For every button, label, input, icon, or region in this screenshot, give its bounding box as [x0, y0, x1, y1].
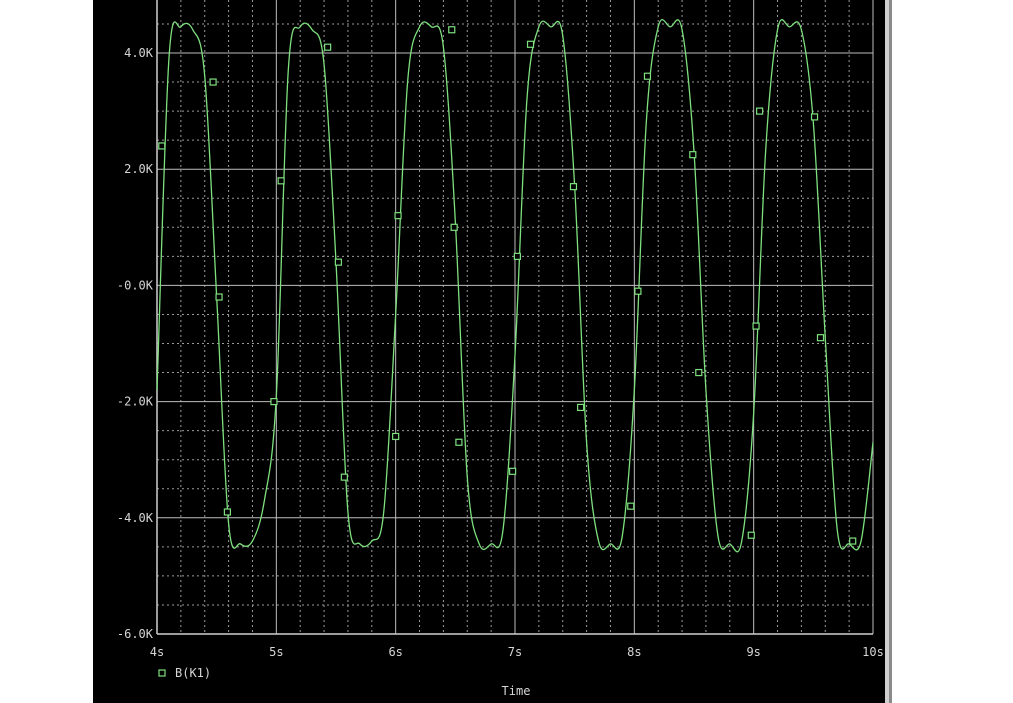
- y-tick-label: -6.0K: [117, 627, 154, 641]
- legend-marker: [158, 669, 166, 677]
- data-marker: [270, 398, 278, 406]
- data-marker: [747, 531, 755, 539]
- x-tick-label: 6s: [388, 645, 402, 659]
- data-marker: [455, 438, 463, 446]
- data-marker: [448, 26, 456, 34]
- data-marker: [689, 151, 697, 159]
- data-marker: [450, 223, 458, 231]
- x-tick-label: 10s: [862, 645, 884, 659]
- data-marker: [158, 142, 166, 150]
- data-marker: [526, 40, 535, 48]
- data-marker: [215, 293, 223, 301]
- y-tick-label: 2.0K: [124, 162, 154, 176]
- data-marker: [849, 537, 857, 545]
- data-marker: [340, 473, 348, 481]
- data-marker: [816, 334, 825, 342]
- x-tick-label: 5s: [269, 645, 283, 659]
- data-marker: [223, 508, 232, 516]
- data-marker: [756, 107, 764, 115]
- data-marker: [324, 43, 332, 51]
- data-marker: [392, 432, 400, 441]
- data-marker: [634, 287, 642, 295]
- data-marker: [277, 177, 285, 185]
- waveform-chart: 4.0K 2.0K -0.0K -2.0K -4.0K -6.0K 4s 5s 6s 7s 8s 9s…: [117, 0, 884, 698]
- tick-labels: 4.0K 2.0K -0.0K -2.0K -4.0K -6.0K 4s 5s 6s 7s 8s 9s…: [117, 46, 884, 659]
- x-tick-label: 7s: [508, 645, 522, 659]
- data-marker: [577, 403, 585, 412]
- data-marker: [509, 467, 517, 475]
- y-tick-label: -2.0K: [117, 395, 154, 409]
- data-marker: [627, 502, 635, 510]
- legend-label: B(K1): [175, 666, 211, 680]
- data-marker: [513, 252, 521, 260]
- data-marker: [334, 258, 342, 266]
- x-tick-label: 8s: [627, 645, 641, 659]
- data-marker: [695, 368, 703, 377]
- x-axis-label: Time: [502, 684, 531, 698]
- data-marker: [394, 212, 402, 220]
- data-marker: [569, 183, 578, 191]
- data-marker: [752, 322, 760, 330]
- y-tick-label: -4.0K: [117, 511, 154, 525]
- x-tick-label: 9s: [746, 645, 760, 659]
- legend: B(K1): [158, 666, 211, 680]
- grid: [156, 0, 874, 635]
- x-tick-label: 4s: [150, 645, 164, 659]
- data-marker: [810, 113, 819, 121]
- data-marker: [643, 72, 652, 80]
- y-tick-label: 4.0K: [124, 46, 154, 60]
- data-marker: [209, 78, 217, 86]
- y-tick-label: -0.0K: [117, 278, 154, 292]
